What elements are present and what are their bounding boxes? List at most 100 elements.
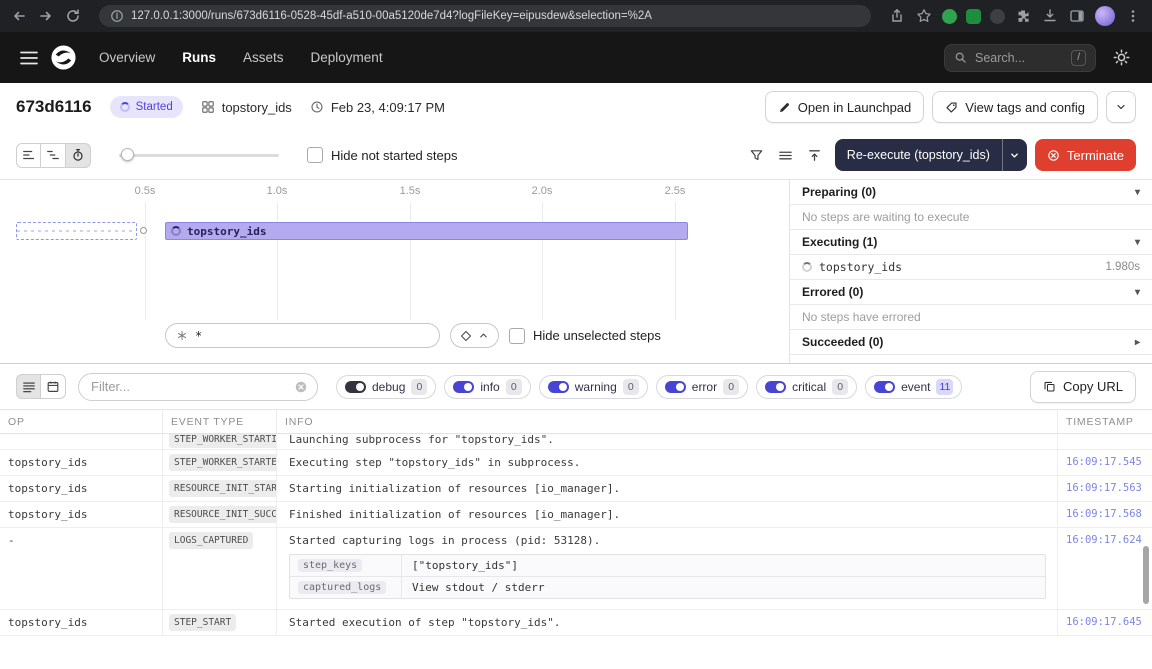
- share-icon[interactable]: [888, 7, 906, 25]
- col-event-type: EVENT TYPE: [163, 410, 277, 433]
- metadata-value: ["topstory_ids"]: [402, 555, 528, 576]
- event-type-badge: RESOURCE_INIT_STAR...: [169, 480, 277, 497]
- chip-debug[interactable]: debug 0: [336, 375, 436, 399]
- chevron-down-icon: [1115, 101, 1127, 113]
- chip-critical[interactable]: critical 0: [756, 375, 857, 399]
- zoom-fit-button[interactable]: [450, 323, 499, 348]
- gantt-gridline: [145, 202, 146, 320]
- toggle-switch-icon[interactable]: [345, 381, 366, 393]
- nav-runs[interactable]: Runs: [182, 50, 216, 65]
- flat-view-icon: [22, 148, 36, 162]
- rows-icon[interactable]: [774, 143, 798, 167]
- log-timestamp[interactable]: 16:09:17.645: [1058, 610, 1152, 635]
- copy-url-button[interactable]: Copy URL: [1030, 371, 1136, 403]
- extension-icon-1[interactable]: [942, 9, 957, 24]
- toggle-switch-icon[interactable]: [765, 381, 786, 393]
- chip-event[interactable]: event 11: [865, 375, 962, 399]
- log-filter-input[interactable]: [78, 373, 318, 401]
- log-view-structured-button[interactable]: [41, 374, 66, 399]
- toggle-switch-icon[interactable]: [453, 381, 474, 393]
- run-more-actions-button[interactable]: [1106, 91, 1136, 123]
- log-op[interactable]: topstory_ids: [0, 502, 163, 527]
- terminate-button[interactable]: Terminate: [1035, 139, 1136, 171]
- log-timestamp[interactable]: 16:09:17.563: [1058, 476, 1152, 501]
- nav-deployment[interactable]: Deployment: [311, 50, 383, 65]
- errored-empty-text: No steps have errored: [790, 305, 1152, 330]
- extension-icon-2[interactable]: [966, 9, 981, 24]
- log-timestamp[interactable]: 16:09:17.545: [1058, 450, 1152, 475]
- browser-menu-icon[interactable]: [1124, 7, 1142, 25]
- col-info: INFO: [277, 410, 1058, 433]
- log-filter-field[interactable]: [91, 379, 294, 394]
- browser-profile-avatar[interactable]: [1095, 6, 1115, 26]
- reexecute-button[interactable]: Re-execute (topstory_ids): [835, 139, 1002, 171]
- extensions-puzzle-icon[interactable]: [1014, 7, 1032, 25]
- log-op[interactable]: topstory_ids: [0, 610, 163, 635]
- gantt-tick-label: 1.0s: [267, 185, 288, 197]
- browser-forward-icon[interactable]: [37, 7, 55, 25]
- selection-asterisk-icon: [176, 329, 188, 342]
- section-preparing[interactable]: Preparing (0) ▾: [790, 180, 1152, 205]
- view-waterfall-button[interactable]: [41, 143, 66, 168]
- extension-icon-3[interactable]: [990, 9, 1005, 24]
- gantt-waiting-segment[interactable]: [16, 222, 137, 240]
- log-op[interactable]: topstory_ids: [0, 450, 163, 475]
- chip-error[interactable]: error 0: [656, 375, 748, 399]
- chip-warning[interactable]: warning 0: [539, 375, 648, 399]
- step-selector-value[interactable]: [195, 329, 429, 343]
- nav-overview[interactable]: Overview: [99, 50, 155, 65]
- log-op[interactable]: [0, 434, 163, 449]
- section-succeeded[interactable]: Succeeded (0) ▸: [790, 330, 1152, 355]
- step-selector-input[interactable]: [165, 323, 440, 348]
- hide-unselected-checkbox[interactable]: Hide unselected steps: [509, 328, 661, 344]
- browser-url-bar[interactable]: 127.0.0.1:3000/runs/673d6116-0528-45df-a…: [99, 5, 871, 27]
- log-timestamp[interactable]: 16:09:17.624: [1058, 528, 1152, 609]
- toggle-switch-icon[interactable]: [548, 381, 569, 393]
- global-search-input[interactable]: Search... /: [944, 44, 1096, 72]
- collapse-up-icon[interactable]: [803, 143, 827, 167]
- event-type-badge: STEP_WORKER_STARTED: [169, 454, 277, 471]
- col-timestamp: TIMESTAMP: [1058, 410, 1152, 433]
- toggle-switch-icon[interactable]: [874, 381, 895, 393]
- checkbox-box[interactable]: [307, 147, 323, 163]
- job-link[interactable]: topstory_ids: [201, 100, 292, 115]
- site-info-icon[interactable]: [110, 9, 124, 23]
- downloads-icon[interactable]: [1041, 7, 1059, 25]
- chip-info[interactable]: info 0: [444, 375, 530, 399]
- toggle-switch-icon[interactable]: [665, 381, 686, 393]
- checkbox-box[interactable]: [509, 328, 525, 344]
- bookmark-star-icon[interactable]: [915, 7, 933, 25]
- view-flat-button[interactable]: [16, 143, 41, 168]
- log-view-list-button[interactable]: [16, 374, 41, 399]
- status-spinner-icon: [120, 102, 130, 112]
- open-launchpad-button[interactable]: Open in Launchpad: [765, 91, 924, 123]
- nav-assets[interactable]: Assets: [243, 50, 284, 65]
- browser-refresh-icon[interactable]: [64, 7, 82, 25]
- section-errored[interactable]: Errored (0) ▾: [790, 280, 1152, 305]
- view-tags-config-button[interactable]: View tags and config: [932, 91, 1098, 123]
- log-op[interactable]: topstory_ids: [0, 476, 163, 501]
- executing-step-row[interactable]: topstory_ids 1.980s: [790, 255, 1152, 280]
- log-timestamp[interactable]: [1058, 434, 1152, 449]
- log-op[interactable]: -: [0, 528, 163, 609]
- gantt-controls: Hide unselected steps: [165, 323, 661, 348]
- gantt-zoom-slider[interactable]: [119, 148, 279, 162]
- preparing-empty-text: No steps are waiting to execute: [790, 205, 1152, 230]
- sidebar-panel-icon[interactable]: [1068, 7, 1086, 25]
- filter-funnel-icon[interactable]: [745, 143, 769, 167]
- hide-not-started-checkbox[interactable]: Hide not started steps: [307, 147, 457, 163]
- slider-knob[interactable]: [121, 148, 134, 161]
- event-type-badge: LOGS_CAPTURED: [169, 532, 253, 549]
- browser-back-icon[interactable]: [10, 7, 28, 25]
- reexecute-dropdown-button[interactable]: [1002, 139, 1027, 171]
- section-executing[interactable]: Executing (1) ▾: [790, 230, 1152, 255]
- nav-menu-icon[interactable]: [16, 45, 42, 71]
- log-scrollbar-thumb[interactable]: [1143, 546, 1149, 604]
- log-row: STEP_WORKER_STARTI... Launching subproce…: [0, 434, 1152, 450]
- log-timestamp[interactable]: 16:09:17.568: [1058, 502, 1152, 527]
- view-timed-button[interactable]: [66, 143, 91, 168]
- settings-gear-icon[interactable]: [1106, 43, 1136, 73]
- clear-filter-icon[interactable]: [294, 380, 308, 394]
- gantt-step-bar[interactable]: topstory_ids: [165, 222, 688, 240]
- view-stdout-stderr-link[interactable]: View stdout / stderr: [402, 577, 554, 598]
